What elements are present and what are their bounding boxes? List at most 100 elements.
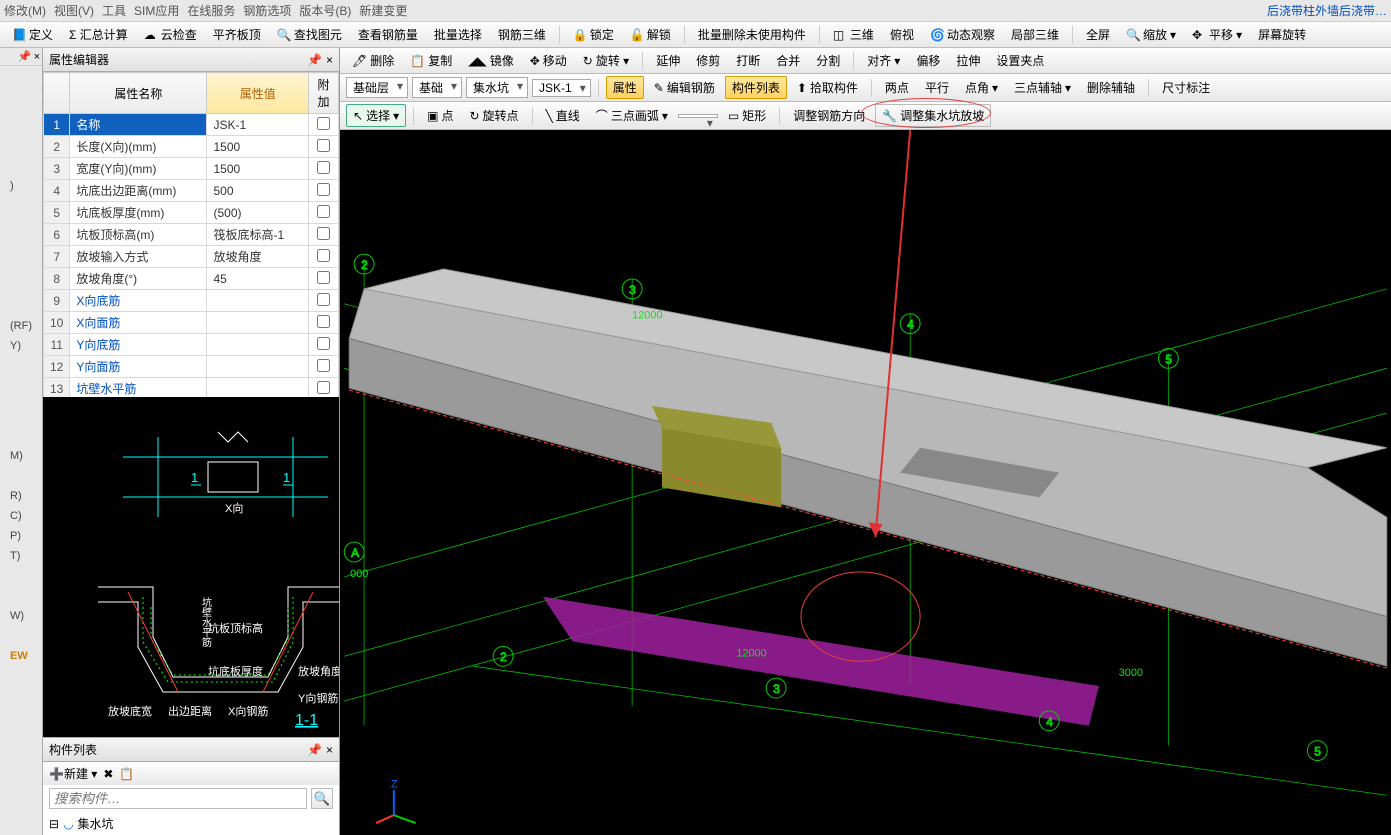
- sidebar-item-p[interactable]: P): [0, 526, 42, 546]
- align-button[interactable]: 对齐 ▾: [861, 50, 906, 71]
- close-icon[interactable]: ×: [326, 53, 333, 67]
- find-elem-button[interactable]: 🔍查找图元: [271, 24, 348, 45]
- table-row[interactable]: 11Y向底筋: [44, 334, 339, 356]
- pin-icon[interactable]: 📌: [307, 53, 322, 67]
- lock-button[interactable]: 🔒锁定: [567, 24, 620, 45]
- sidebar-item[interactable]: ): [0, 176, 42, 196]
- close-icon[interactable]: ×: [34, 51, 40, 63]
- extra-checkbox[interactable]: [317, 227, 330, 240]
- comp-list-button[interactable]: 构件列表: [725, 76, 787, 99]
- table-row[interactable]: 1名称JSK-1: [44, 114, 339, 136]
- prop-value[interactable]: [207, 290, 309, 312]
- select-button[interactable]: ↖选择 ▾: [346, 104, 406, 127]
- three-axis-button[interactable]: 三点辅轴 ▾: [1008, 77, 1077, 98]
- menu-item[interactable]: SIM应用: [134, 2, 179, 19]
- table-row[interactable]: 2长度(X向)(mm)1500: [44, 136, 339, 158]
- merge-button[interactable]: 合并: [770, 50, 806, 71]
- extra-checkbox[interactable]: [317, 381, 330, 394]
- prop-value[interactable]: 1500: [207, 136, 309, 158]
- set-grip-button[interactable]: 设置夹点: [990, 50, 1050, 71]
- pan-button[interactable]: ✥平移 ▾: [1186, 24, 1248, 45]
- extra-checkbox[interactable]: [317, 315, 330, 328]
- table-row[interactable]: 8放坡角度(°)45: [44, 268, 339, 290]
- table-row[interactable]: 4坑底出边距离(mm)500: [44, 180, 339, 202]
- line-button[interactable]: ╲直线: [540, 105, 586, 126]
- stretch-button[interactable]: 拉伸: [950, 50, 986, 71]
- three-arc-button[interactable]: ⌒三点画弧 ▾: [590, 105, 674, 126]
- extra-checkbox[interactable]: [317, 205, 330, 218]
- rebar-3d-button[interactable]: 钢筋三维: [492, 24, 552, 45]
- table-row[interactable]: 6坑板顶标高(m)筏板底标高-1: [44, 224, 339, 246]
- layer1-select[interactable]: 基础层: [346, 77, 408, 98]
- local-3d-button[interactable]: 局部三维: [1005, 24, 1065, 45]
- rect-button[interactable]: ▭矩形: [722, 105, 772, 126]
- right-link[interactable]: 后浇带柱外墙后浇带…: [1267, 2, 1387, 19]
- search-button[interactable]: 🔍: [311, 788, 333, 809]
- edit-rebar-button[interactable]: ✎编辑钢筋: [648, 77, 721, 98]
- split-button[interactable]: 分割: [810, 50, 846, 71]
- extra-checkbox[interactable]: [317, 271, 330, 284]
- point-button[interactable]: ▣点: [421, 105, 459, 126]
- zoom-button[interactable]: 🔍缩放 ▾: [1120, 24, 1182, 45]
- batch-delete-button[interactable]: 批量删除未使用构件: [692, 24, 812, 45]
- fullscreen-button[interactable]: 全屏: [1080, 24, 1116, 45]
- sidebar-item-w[interactable]: W): [0, 606, 42, 626]
- draw-select[interactable]: [678, 114, 718, 118]
- prop-value[interactable]: 筏板底标高-1: [207, 224, 309, 246]
- layer4-select[interactable]: JSK-1: [532, 79, 591, 97]
- copy-button[interactable]: 📋复制: [404, 50, 458, 71]
- prop-value[interactable]: 放坡角度: [207, 246, 309, 268]
- table-row[interactable]: 7放坡输入方式放坡角度: [44, 246, 339, 268]
- menu-item[interactable]: 在线服务: [187, 2, 235, 19]
- dim-label-button[interactable]: 尺寸标注: [1156, 77, 1216, 98]
- extra-checkbox[interactable]: [317, 249, 330, 262]
- prop-value[interactable]: [207, 378, 309, 398]
- prop-value[interactable]: JSK-1: [207, 114, 309, 136]
- copy-icon[interactable]: 📋: [119, 767, 134, 781]
- rotate-point-button[interactable]: ↻旋转点: [463, 105, 524, 126]
- menu-item[interactable]: 钢筋选项: [243, 2, 291, 19]
- extra-checkbox[interactable]: [317, 293, 330, 306]
- sidebar-item-y[interactable]: Y): [0, 336, 42, 356]
- menu-item[interactable]: 工具: [102, 2, 126, 19]
- layer3-select[interactable]: 集水坑: [466, 77, 528, 98]
- batch-select-button[interactable]: 批量选择: [428, 24, 488, 45]
- sidebar-item-c[interactable]: C): [0, 506, 42, 526]
- search-input[interactable]: [49, 788, 307, 809]
- cloud-check-button[interactable]: ☁云检查: [138, 24, 203, 45]
- sidebar-item-rf[interactable]: (RF): [0, 316, 42, 336]
- pick-comp-button[interactable]: ⬆拾取构件: [791, 77, 864, 98]
- sidebar-item-t[interactable]: T): [0, 546, 42, 566]
- prop-value[interactable]: [207, 312, 309, 334]
- break-button[interactable]: 打断: [730, 50, 766, 71]
- layer2-select[interactable]: 基础: [412, 77, 462, 98]
- delete-button[interactable]: 🖊删除: [346, 50, 400, 71]
- view-rebar-button[interactable]: 查看钢筋量: [352, 24, 424, 45]
- tree-root[interactable]: ⊟ ◡ 集水坑: [49, 814, 333, 833]
- offset-button[interactable]: 偏移: [910, 50, 946, 71]
- define-button[interactable]: 📘定义: [6, 24, 59, 45]
- move-button[interactable]: ✥移动: [524, 50, 573, 71]
- delete-icon[interactable]: ✖: [103, 767, 113, 781]
- 3d-viewport[interactable]: 2 3 4 5 2 3 4 5 A 12000: [340, 130, 1391, 835]
- table-row[interactable]: 5坑底板厚度(mm)(500): [44, 202, 339, 224]
- table-row[interactable]: 3宽度(Y向)(mm)1500: [44, 158, 339, 180]
- prop-value[interactable]: 1500: [207, 158, 309, 180]
- sidebar-item-r[interactable]: R): [0, 486, 42, 506]
- extra-checkbox[interactable]: [317, 337, 330, 350]
- two-point-button[interactable]: 两点: [879, 77, 915, 98]
- screen-rotate-button[interactable]: 屏幕旋转: [1252, 24, 1312, 45]
- dynamic-view-button[interactable]: 🌀动态观察: [924, 24, 1001, 45]
- extend-button[interactable]: 延伸: [650, 50, 686, 71]
- prop-value[interactable]: 500: [207, 180, 309, 202]
- pin-icon[interactable]: 📌: [18, 50, 32, 63]
- menu-item[interactable]: 修改(M): [4, 2, 46, 19]
- attr-button[interactable]: 属性: [606, 76, 644, 99]
- extra-checkbox[interactable]: [317, 359, 330, 372]
- extra-checkbox[interactable]: [317, 117, 330, 130]
- table-row[interactable]: 12Y向面筋: [44, 356, 339, 378]
- parallel-button[interactable]: 平行: [919, 77, 955, 98]
- collapse-icon[interactable]: ⊟: [49, 817, 59, 831]
- table-row[interactable]: 13坑壁水平筋: [44, 378, 339, 398]
- extra-checkbox[interactable]: [317, 183, 330, 196]
